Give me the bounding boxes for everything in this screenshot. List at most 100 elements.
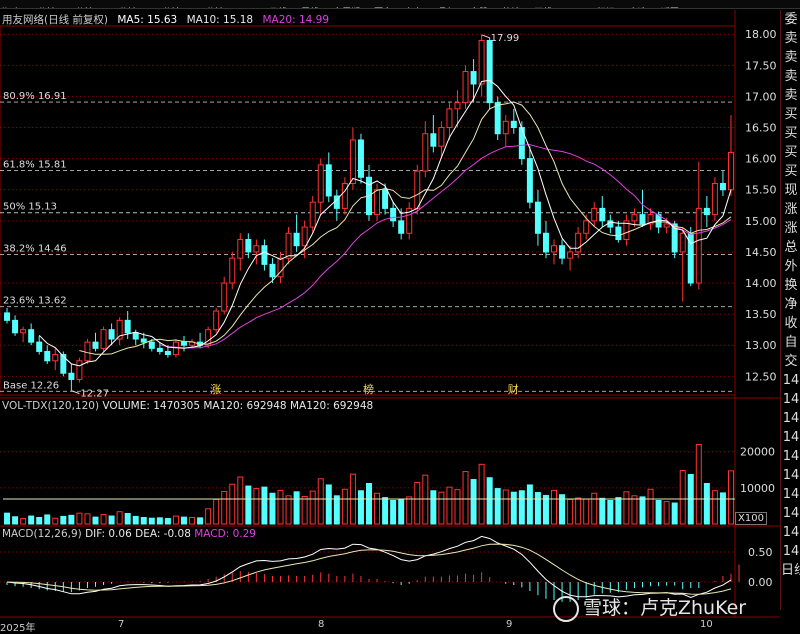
volume-bar (12, 516, 19, 525)
quote-label: 14 (782, 430, 800, 445)
price-tick-label: 16.00 (745, 153, 777, 166)
candle-body (494, 102, 501, 135)
macd-panel-title: MACD(12,26,9) DIF: 0.06 DEA: -0.08 MACD:… (2, 528, 256, 540)
candle-body (575, 232, 582, 253)
quote-label: 买 (784, 145, 798, 160)
volume-bar (36, 516, 43, 525)
candle-body (309, 201, 316, 228)
volume-bar (52, 517, 59, 525)
candle-body (390, 207, 397, 222)
snowball-logo-icon (553, 595, 579, 622)
volume-bar (341, 488, 348, 525)
volume-bar (237, 476, 244, 525)
volume-bar (100, 514, 107, 525)
price-tick-label: 17.50 (745, 59, 777, 72)
candle-body (470, 71, 477, 85)
candle-body (301, 226, 308, 247)
macd-dea: DEA: -0.08 (135, 528, 191, 540)
candle-body (438, 127, 445, 147)
quote-label: 换 (784, 278, 798, 293)
volume-bar (478, 463, 485, 525)
volume-bar (205, 508, 212, 525)
volume-bar (189, 516, 196, 525)
volume-bar (679, 469, 686, 525)
candle-body (124, 319, 131, 334)
date-axis-label: 8 (318, 619, 325, 630)
price-tick-label: 14.00 (745, 277, 777, 290)
event-marker: 涨 (210, 383, 221, 396)
candle-body (663, 223, 670, 228)
volume-bar (727, 470, 734, 525)
volume-bar (703, 483, 710, 525)
candle-body (486, 39, 493, 104)
volume-unit-label: X100 (735, 512, 767, 525)
volume-bar (325, 484, 332, 525)
volume-bar (446, 486, 453, 525)
candle-body (591, 207, 598, 222)
volume-bar (269, 492, 276, 525)
volume-bar (719, 492, 726, 525)
volume-bar (180, 516, 187, 525)
volume-bar (60, 515, 67, 525)
ma20-label: MA20: 14.99 (262, 14, 330, 26)
quote-label: 14 (782, 525, 800, 540)
candle-body (357, 139, 364, 178)
candle-body (615, 226, 622, 240)
volume-bar (542, 494, 549, 525)
price-panel-title: 用友网络(日线 前复权) MA5: 15.63 MA10: 15.18 MA20… (2, 12, 329, 27)
volume-bar (655, 500, 662, 525)
volume-bar (534, 492, 541, 525)
macd-tick-label: 0.50 (748, 546, 773, 559)
candle-body (261, 245, 268, 265)
volume-bar (567, 498, 574, 525)
candle-body (349, 139, 356, 185)
candle-body (462, 71, 469, 104)
high-marker-label: 17.99 (491, 33, 520, 44)
price-tick-label: 14.50 (745, 246, 777, 259)
candle-body (551, 245, 558, 253)
candle-body (36, 341, 43, 352)
candle-body (12, 319, 19, 334)
volume-bar (293, 491, 300, 525)
candle-body (28, 329, 35, 343)
volume-bar (221, 490, 228, 525)
volume-bar (28, 515, 35, 525)
volume-bar (116, 511, 123, 525)
candle-body (703, 207, 710, 216)
candle-body (510, 120, 517, 129)
quote-label: 14 (782, 411, 800, 426)
candle-body (534, 201, 541, 234)
volume-bar (671, 502, 678, 525)
candle-body (422, 133, 429, 172)
volume-bar (374, 492, 381, 525)
quote-label: 买 (784, 107, 798, 122)
fib-label: 38.2% 14.46 (3, 243, 67, 254)
volume-bar (663, 501, 670, 525)
price-tick-label: 15.00 (745, 215, 777, 228)
volume-tick-label: 20000 (740, 446, 775, 459)
ma10-label: MA10: 15.18 (186, 14, 254, 26)
quote-label: 14 (782, 468, 800, 483)
volume-bar (583, 498, 590, 525)
volume-bar (68, 514, 75, 525)
volume-bar (454, 489, 461, 525)
volume-bar (599, 497, 606, 525)
volume-ma1: MA120: 692948 (203, 400, 287, 412)
candle-body (502, 120, 509, 135)
candle-body (567, 251, 574, 259)
candle-body (414, 170, 421, 209)
volume-bar (253, 488, 260, 525)
watermark-text: 雪球：卢克ZhuKer (583, 597, 747, 619)
stock-title: 用友网络(日线 前复权) (2, 14, 109, 26)
fib-label: Base 12.26 (3, 380, 59, 391)
high-marker-arrow (481, 34, 490, 39)
quote-label: 净 (784, 297, 798, 312)
candle-body (639, 214, 646, 225)
macd-indicator-name: MACD(12,26,9) (2, 528, 82, 540)
quote-label: 外 (784, 259, 798, 274)
macd-dif-line (6, 535, 732, 599)
volume-bar (229, 483, 236, 525)
volume-value: VOLUME: 1470305 (102, 400, 201, 412)
quote-label: 14 (782, 487, 800, 502)
candle-body (285, 232, 292, 259)
